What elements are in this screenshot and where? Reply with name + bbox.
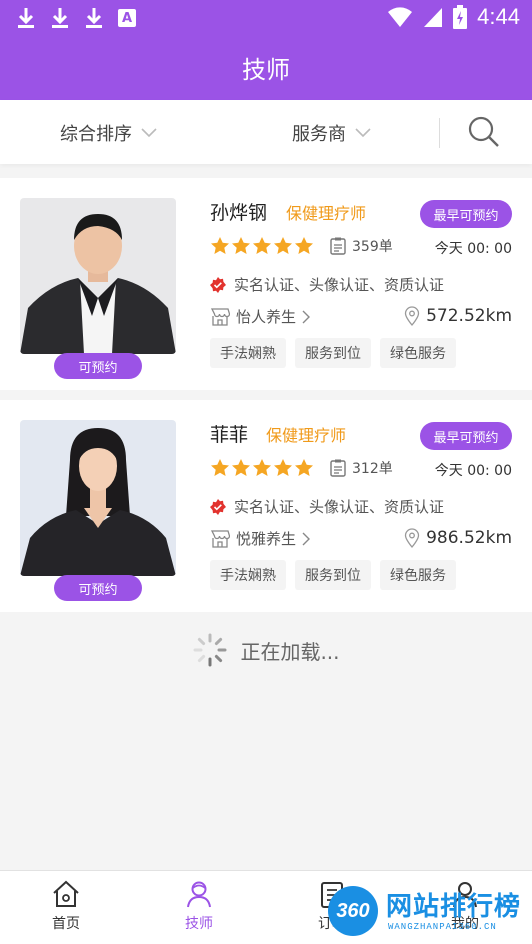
chevron-down-icon bbox=[355, 128, 371, 138]
technician-icon bbox=[187, 881, 211, 908]
order-count: 312单 bbox=[330, 458, 393, 478]
loading-text: 正在加载... bbox=[240, 639, 340, 664]
order-count-text: 312单 bbox=[352, 461, 393, 477]
search-icon bbox=[468, 116, 499, 147]
tag: 绿色服务 bbox=[380, 560, 456, 590]
chevron-down-icon bbox=[141, 128, 157, 138]
technician-photo bbox=[20, 198, 176, 354]
available-time: 今天 00: 00 bbox=[434, 463, 512, 479]
tab-home[interactable]: 首页 bbox=[26, 879, 106, 933]
shop-icon bbox=[210, 307, 230, 326]
tag: 服务到位 bbox=[295, 338, 371, 368]
tag: 手法娴熟 bbox=[210, 560, 286, 590]
star-icon bbox=[295, 459, 313, 476]
certifications: 实名认证、头像认证、资质认证 bbox=[210, 496, 444, 517]
provider-dropdown[interactable]: 服务商 bbox=[292, 120, 372, 146]
technician-card[interactable]: 可预约 菲菲 保健理疗师 最早可预约 312单 今天 00: 00 实名认证、头… bbox=[0, 400, 532, 612]
tag-list: 手法娴熟 服务到位 绿色服务 bbox=[210, 338, 456, 368]
battery-icon bbox=[453, 5, 468, 29]
home-icon bbox=[53, 880, 79, 907]
technician-name: 孙烨钢 bbox=[210, 202, 268, 224]
status-time: 4:44 bbox=[477, 4, 520, 29]
loading-indicator: 正在加载... bbox=[0, 632, 532, 668]
star-icon bbox=[211, 459, 229, 476]
rating-stars bbox=[210, 236, 314, 256]
tag: 服务到位 bbox=[295, 560, 371, 590]
distance-text: 986.52km bbox=[426, 528, 512, 548]
order-count-text: 359单 bbox=[352, 239, 393, 255]
available-time: 今天 00: 00 bbox=[434, 241, 512, 257]
chevron-right-icon bbox=[302, 532, 311, 545]
star-icon bbox=[232, 237, 250, 254]
star-icon bbox=[274, 237, 292, 254]
shop-name: 怡人养生 bbox=[236, 308, 297, 326]
technician-card[interactable]: 可预约 孙烨钢 保健理疗师 最早可预约 359单 今天 00: 00 实名认证、… bbox=[0, 178, 532, 390]
divider bbox=[439, 118, 440, 148]
spinner-icon bbox=[193, 633, 227, 667]
watermark-title: 网站排行榜 bbox=[386, 892, 522, 922]
tab-label: 首页 bbox=[52, 916, 80, 932]
technician-photo bbox=[20, 420, 176, 576]
app-notification-icon: A bbox=[118, 9, 136, 27]
certified-badge-icon bbox=[210, 276, 226, 293]
star-icon bbox=[295, 237, 313, 254]
certifications: 实名认证、头像认证、资质认证 bbox=[210, 274, 444, 295]
location-pin-icon bbox=[404, 306, 420, 326]
distance: 986.52km bbox=[404, 528, 512, 548]
certified-badge-icon bbox=[210, 498, 226, 515]
shop-link[interactable]: 悦雅养生 bbox=[210, 528, 311, 549]
status-badge: 可预约 bbox=[54, 353, 142, 379]
star-icon bbox=[253, 459, 271, 476]
distance-text: 572.52km bbox=[426, 306, 512, 326]
watermark-subtitle: WANGZHANPAI360.CN bbox=[388, 922, 497, 932]
tab-technician[interactable]: 技师 bbox=[159, 879, 239, 933]
technician-role: 保健理疗师 bbox=[286, 204, 367, 223]
shop-name: 悦雅养生 bbox=[236, 530, 297, 548]
clipboard-icon bbox=[330, 459, 346, 477]
search-button[interactable] bbox=[466, 114, 502, 150]
sort-label: 综合排序 bbox=[60, 124, 132, 145]
book-earliest-button[interactable]: 最早可预约 bbox=[420, 422, 512, 450]
clipboard-icon bbox=[330, 237, 346, 255]
sort-dropdown[interactable]: 综合排序 bbox=[60, 120, 158, 146]
download-icon bbox=[50, 6, 70, 30]
star-icon bbox=[253, 237, 271, 254]
shop-link[interactable]: 怡人养生 bbox=[210, 306, 311, 327]
watermark-logo: 360 bbox=[328, 886, 378, 936]
status-bar: A 4:44 bbox=[0, 0, 532, 36]
certifications-text: 实名认证、头像认证、资质认证 bbox=[234, 498, 445, 516]
tag-list: 手法娴熟 服务到位 绿色服务 bbox=[210, 560, 456, 590]
star-icon bbox=[274, 459, 292, 476]
site-watermark: 360 网站排行榜 WANGZHANPAI360.CN bbox=[326, 880, 532, 942]
rating-stars bbox=[210, 458, 314, 478]
shop-icon bbox=[210, 529, 230, 548]
star-icon bbox=[232, 459, 250, 476]
tab-label: 技师 bbox=[185, 916, 213, 932]
title-bar: 技师 bbox=[0, 36, 532, 100]
page-title: 技师 bbox=[242, 56, 290, 84]
provider-label: 服务商 bbox=[292, 124, 346, 145]
signal-icon bbox=[424, 8, 443, 27]
download-icon bbox=[84, 6, 104, 30]
order-count: 359单 bbox=[330, 236, 393, 256]
technician-role: 保健理疗师 bbox=[266, 426, 347, 445]
download-icon bbox=[16, 6, 36, 30]
filter-bar: 综合排序 服务商 bbox=[0, 100, 532, 164]
status-badge: 可预约 bbox=[54, 575, 142, 601]
chevron-right-icon bbox=[302, 310, 311, 323]
star-icon bbox=[211, 237, 229, 254]
book-earliest-button[interactable]: 最早可预约 bbox=[420, 200, 512, 228]
tag: 绿色服务 bbox=[380, 338, 456, 368]
tag: 手法娴熟 bbox=[210, 338, 286, 368]
wifi-icon bbox=[388, 7, 413, 27]
certifications-text: 实名认证、头像认证、资质认证 bbox=[234, 276, 445, 294]
technician-name: 菲菲 bbox=[210, 424, 249, 446]
distance: 572.52km bbox=[404, 306, 512, 326]
location-pin-icon bbox=[404, 528, 420, 548]
